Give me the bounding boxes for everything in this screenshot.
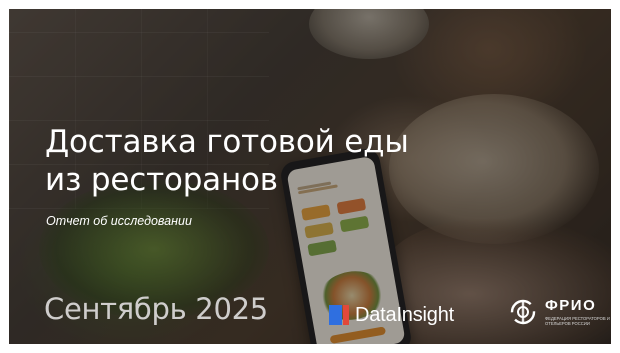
title-line-1: Доставка готовой еды bbox=[45, 124, 409, 160]
frio-emblem-icon bbox=[510, 299, 536, 325]
report-date: Сентябрь 2025 bbox=[44, 292, 268, 326]
page-title: Доставка готовой еды из ресторанов bbox=[45, 123, 409, 199]
cover-slide: Доставка готовой еды из ресторанов Отчет… bbox=[9, 9, 611, 344]
frio-logo: ФРИО Федерация рестораторов и отельеров … bbox=[509, 295, 611, 335]
frio-logo-text: ФРИО bbox=[545, 297, 597, 314]
datainsight-logo-text: DataInsight bbox=[355, 303, 454, 326]
report-subtitle: Отчет об исследовании bbox=[46, 214, 192, 228]
datainsight-logo: DataInsight bbox=[329, 303, 454, 327]
title-line-2: из ресторанов bbox=[45, 162, 278, 198]
datainsight-logo-mark bbox=[329, 305, 349, 325]
frio-logo-tagline: Федерация рестораторов и отельеров Росси… bbox=[545, 316, 610, 326]
